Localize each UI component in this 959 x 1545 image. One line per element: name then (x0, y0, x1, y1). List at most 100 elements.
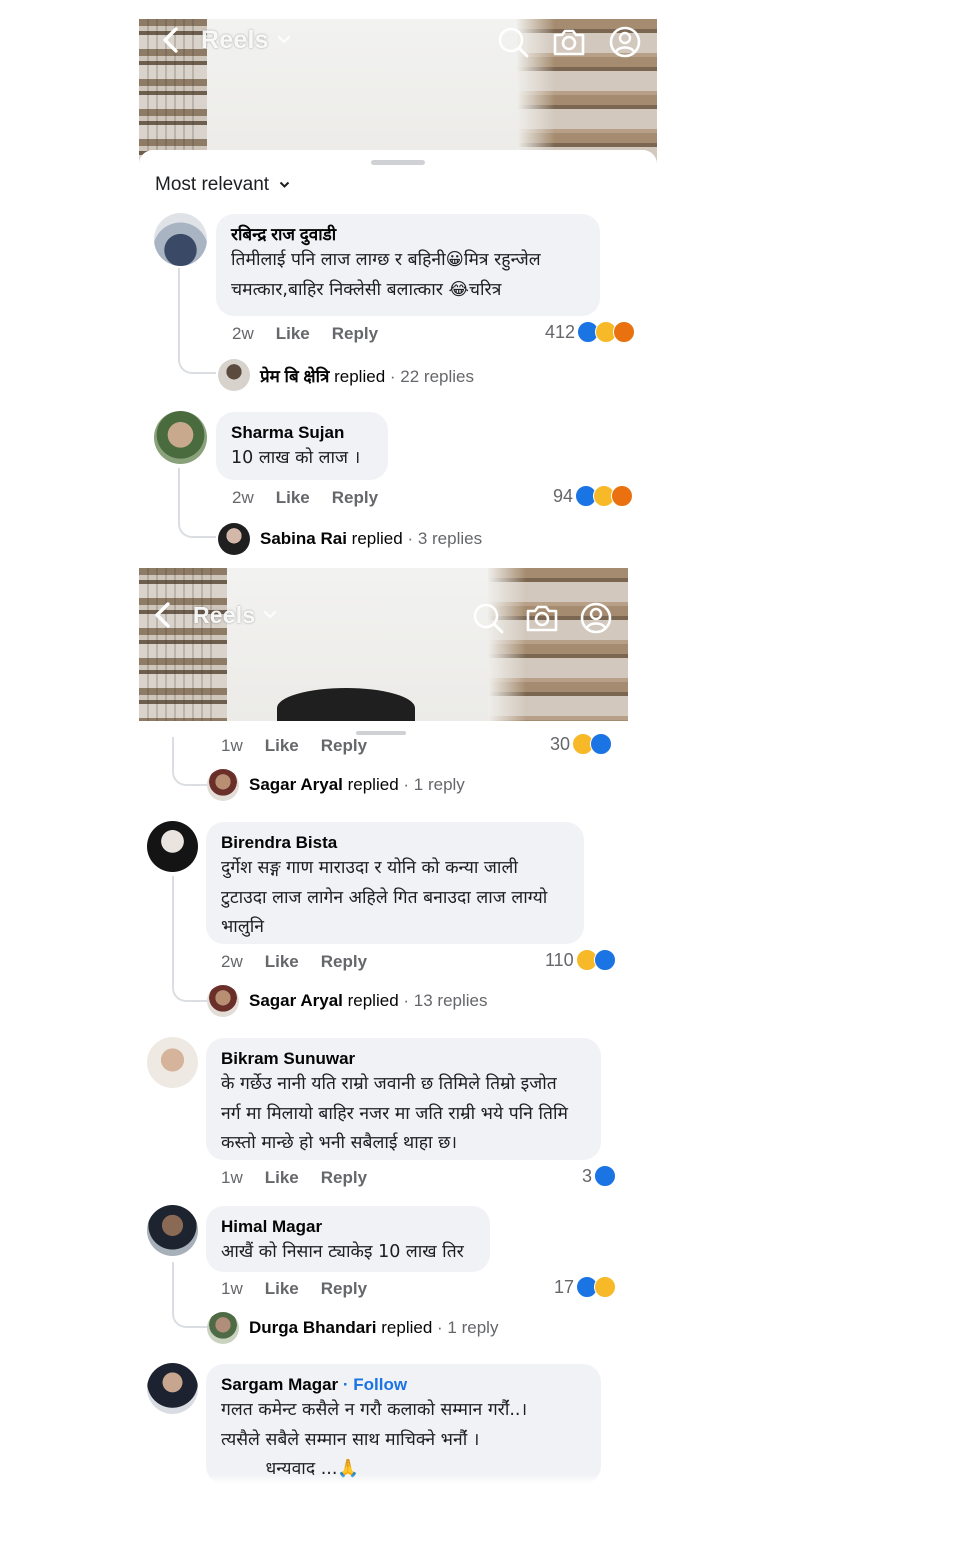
reply-button[interactable]: Reply (321, 952, 367, 972)
comment-text: के गर्छेउ नानी यति राम्रो जवानी छ तिमिले… (221, 1074, 557, 1094)
reaction-count: 30 (550, 733, 571, 754)
reaction-summary[interactable]: 30 (550, 733, 613, 755)
like-button[interactable]: Like (265, 1168, 299, 1188)
view-replies[interactable]: प्रेम बि क्षेत्रि replied · 22 replies (218, 359, 474, 391)
sheet-grabber[interactable] (371, 160, 425, 165)
angry-reaction-icon (611, 485, 634, 507)
like-button[interactable]: Like (276, 324, 310, 344)
reels-header-top: Reels (139, 19, 657, 164)
replier-name: Durga Bhandari (249, 1318, 377, 1337)
back-icon[interactable] (149, 600, 179, 630)
sort-dropdown[interactable]: Most relevant (155, 174, 290, 196)
reply-count: · 1 reply (437, 1318, 499, 1337)
comment-text: दुर्गेश सङ्ग गाण माराउदा र योनि को कन्या… (221, 858, 518, 878)
reaction-summary[interactable]: 412 (545, 321, 636, 343)
back-icon[interactable] (157, 25, 187, 55)
replied-label: replied (347, 991, 399, 1010)
reaction-count: 94 (553, 485, 574, 506)
comment-text: आखैं को निसान ट्याकेइ 10 लाख तिर (221, 1242, 464, 1262)
comment-author[interactable]: Bikram Sunuwar (221, 1048, 585, 1070)
comment-text: गलत कमेन्ट कसैले न गरौ कलाकाे सम्मान गरा… (221, 1400, 528, 1420)
view-replies[interactable]: Sabina Rai replied · 3 replies (218, 523, 482, 555)
reaction-count: 17 (554, 1276, 575, 1297)
comment-header: Sargam Magar · Follow (221, 1374, 585, 1396)
camera-icon[interactable] (524, 600, 560, 636)
comment-bubble[interactable]: Himal Magar आखैं को निसान ट्याकेइ 10 लाख… (206, 1206, 490, 1272)
profile-icon[interactable] (607, 24, 643, 60)
comment-text: 10 लाख को लाज । (231, 448, 361, 468)
view-replies[interactable]: Sagar Aryal replied · 13 replies (207, 985, 488, 1017)
reels-title[interactable]: Reels (201, 26, 269, 55)
view-replies[interactable]: Sagar Aryal replied · 1 reply (207, 769, 465, 801)
like-button[interactable]: Like (265, 952, 299, 972)
haha-reaction-icon (594, 1276, 617, 1298)
comment-actions: 2w Like Reply (232, 324, 378, 344)
replied-label: replied (381, 1318, 433, 1337)
reaction-summary[interactable]: 3 (582, 1165, 617, 1187)
like-button[interactable]: Like (265, 1279, 299, 1299)
sheet-grabber[interactable] (356, 731, 406, 735)
like-button[interactable]: Like (276, 488, 310, 508)
reply-button[interactable]: Reply (332, 488, 378, 508)
like-reaction-icon (590, 733, 613, 755)
comment-actions: 1w Like Reply (221, 736, 367, 756)
replied-label: replied (351, 529, 403, 548)
search-icon[interactable] (470, 600, 506, 636)
reply-count: · 1 reply (403, 775, 465, 794)
avatar[interactable] (147, 821, 198, 872)
comment-bubble[interactable]: Birendra Bista दुर्गेश सङ्ग गाण माराउदा … (206, 822, 584, 944)
profile-icon[interactable] (578, 600, 614, 636)
chevron-down-icon (279, 181, 290, 188)
reaction-count: 412 (545, 321, 576, 342)
comment-text: चमत्कार,बाहिर निक्लेसी बलात्कार 😂चरित्र (231, 279, 502, 300)
comment-time: 1w (221, 1279, 243, 1298)
avatar (218, 359, 250, 391)
reply-count: · 3 replies (407, 529, 483, 548)
comment-time: 2w (232, 324, 254, 343)
reaction-summary[interactable]: 17 (554, 1276, 617, 1298)
comment-bubble[interactable]: Bikram Sunuwar के गर्छेउ नानी यति राम्रो… (206, 1038, 601, 1160)
replier-name: प्रेम बि क्षेत्रि (260, 366, 330, 386)
chevron-down-icon[interactable] (277, 35, 291, 45)
camera-icon[interactable] (551, 24, 587, 60)
comment-author[interactable]: Sharma Sujan (231, 422, 372, 444)
person-head (277, 688, 415, 721)
reply-button[interactable]: Reply (332, 324, 378, 344)
search-icon[interactable] (495, 24, 531, 60)
replied-label: replied (334, 366, 386, 386)
comment-text: नर्ग मा मिलायो बाहिर नजर मा जति राम्री भ… (221, 1103, 568, 1124)
reply-button[interactable]: Reply (321, 1168, 367, 1188)
replier-name: Sagar Aryal (249, 991, 343, 1010)
comment-author[interactable]: Himal Magar (221, 1216, 474, 1238)
avatar[interactable] (147, 1037, 198, 1088)
avatar[interactable] (154, 411, 207, 464)
comment-text: त्यसैले सबैले सम्मान साथ माचिक्ने भनाैंं… (221, 1429, 480, 1450)
follow-button[interactable]: · Follow (343, 1375, 407, 1394)
comment-author[interactable]: Birendra Bista (221, 832, 568, 854)
reaction-summary[interactable]: 94 (553, 485, 634, 507)
comment-actions: 1w Like Reply (221, 1168, 367, 1188)
reply-button[interactable]: Reply (321, 1279, 367, 1299)
avatar (218, 523, 250, 555)
comment-bubble[interactable]: रबिन्द्र राज दुवाडी तिमीलाई पनि लाज लाग्… (216, 214, 600, 316)
comment-bubble[interactable]: Sargam Magar · Follow गलत कमेन्ट कसैले न… (206, 1364, 601, 1484)
comment-time: 1w (221, 1168, 243, 1187)
avatar[interactable] (147, 1205, 198, 1256)
comment-text: कस्तो मान्छे हो भनी सबैलाई थाहा छ। (221, 1133, 458, 1153)
reels-title[interactable]: Reels (193, 602, 255, 629)
reply-button[interactable]: Reply (321, 736, 367, 756)
comment-author[interactable]: Sargam Magar (221, 1375, 338, 1394)
comment-time: 2w (221, 952, 243, 971)
reaction-count: 3 (582, 1165, 593, 1186)
background-building-left (139, 568, 227, 721)
avatar[interactable] (154, 213, 207, 266)
like-button[interactable]: Like (265, 736, 299, 756)
reaction-summary[interactable]: 110 (545, 949, 616, 971)
view-replies[interactable]: Durga Bhandari replied · 1 reply (207, 1312, 498, 1344)
avatar (207, 985, 239, 1017)
comment-author[interactable]: रबिन्द्र राज दुवाडी (231, 224, 584, 246)
chevron-down-icon[interactable] (263, 610, 277, 620)
comment-bubble[interactable]: Sharma Sujan 10 लाख को लाज । (216, 412, 388, 480)
avatar[interactable] (147, 1363, 198, 1414)
angry-reaction-icon (613, 321, 636, 343)
